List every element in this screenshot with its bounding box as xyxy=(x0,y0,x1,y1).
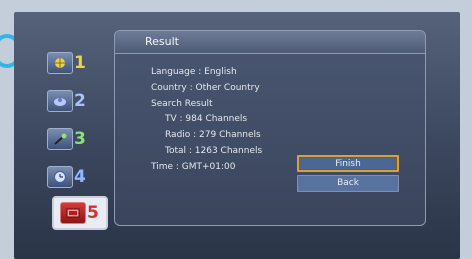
total-channels-text: Total : 1263 Channels xyxy=(165,145,263,156)
antenna-icon xyxy=(47,128,73,150)
finish-button[interactable]: Finish xyxy=(297,155,399,172)
step-number: 1 xyxy=(74,52,86,73)
search-result-label: Search Result xyxy=(151,98,213,109)
panel-title: Result xyxy=(115,31,425,54)
result-info: Language : English Country : Other Count… xyxy=(151,65,262,176)
step-4[interactable]: 4 xyxy=(44,162,94,192)
country-text: Country : Other Country xyxy=(151,82,260,93)
step-number: 2 xyxy=(74,90,86,111)
tv-channels-text: TV : 984 Channels xyxy=(165,114,248,125)
globe-icon xyxy=(47,52,73,74)
language-text: Language : English xyxy=(151,67,237,77)
clock-icon xyxy=(47,166,73,188)
step-2[interactable]: 2 xyxy=(44,86,94,116)
step-number: 5 xyxy=(87,202,99,223)
step-1[interactable]: 1 xyxy=(44,48,94,78)
satellite-icon xyxy=(47,90,73,112)
step-5-active[interactable]: 5 xyxy=(52,196,108,230)
step-number: 3 xyxy=(74,128,86,149)
step-3[interactable]: 3 xyxy=(44,124,94,154)
result-panel: Result Language : English Country : Othe… xyxy=(114,30,426,226)
time-text: Time : GMT+01:00 xyxy=(151,161,236,172)
wizard-steps: 1 2 3 4 5 xyxy=(44,48,108,238)
radio-channels-text: Radio : 279 Channels xyxy=(165,130,261,141)
tv-icon xyxy=(60,202,86,224)
step-number: 4 xyxy=(74,166,86,187)
back-button[interactable]: Back xyxy=(297,175,399,192)
